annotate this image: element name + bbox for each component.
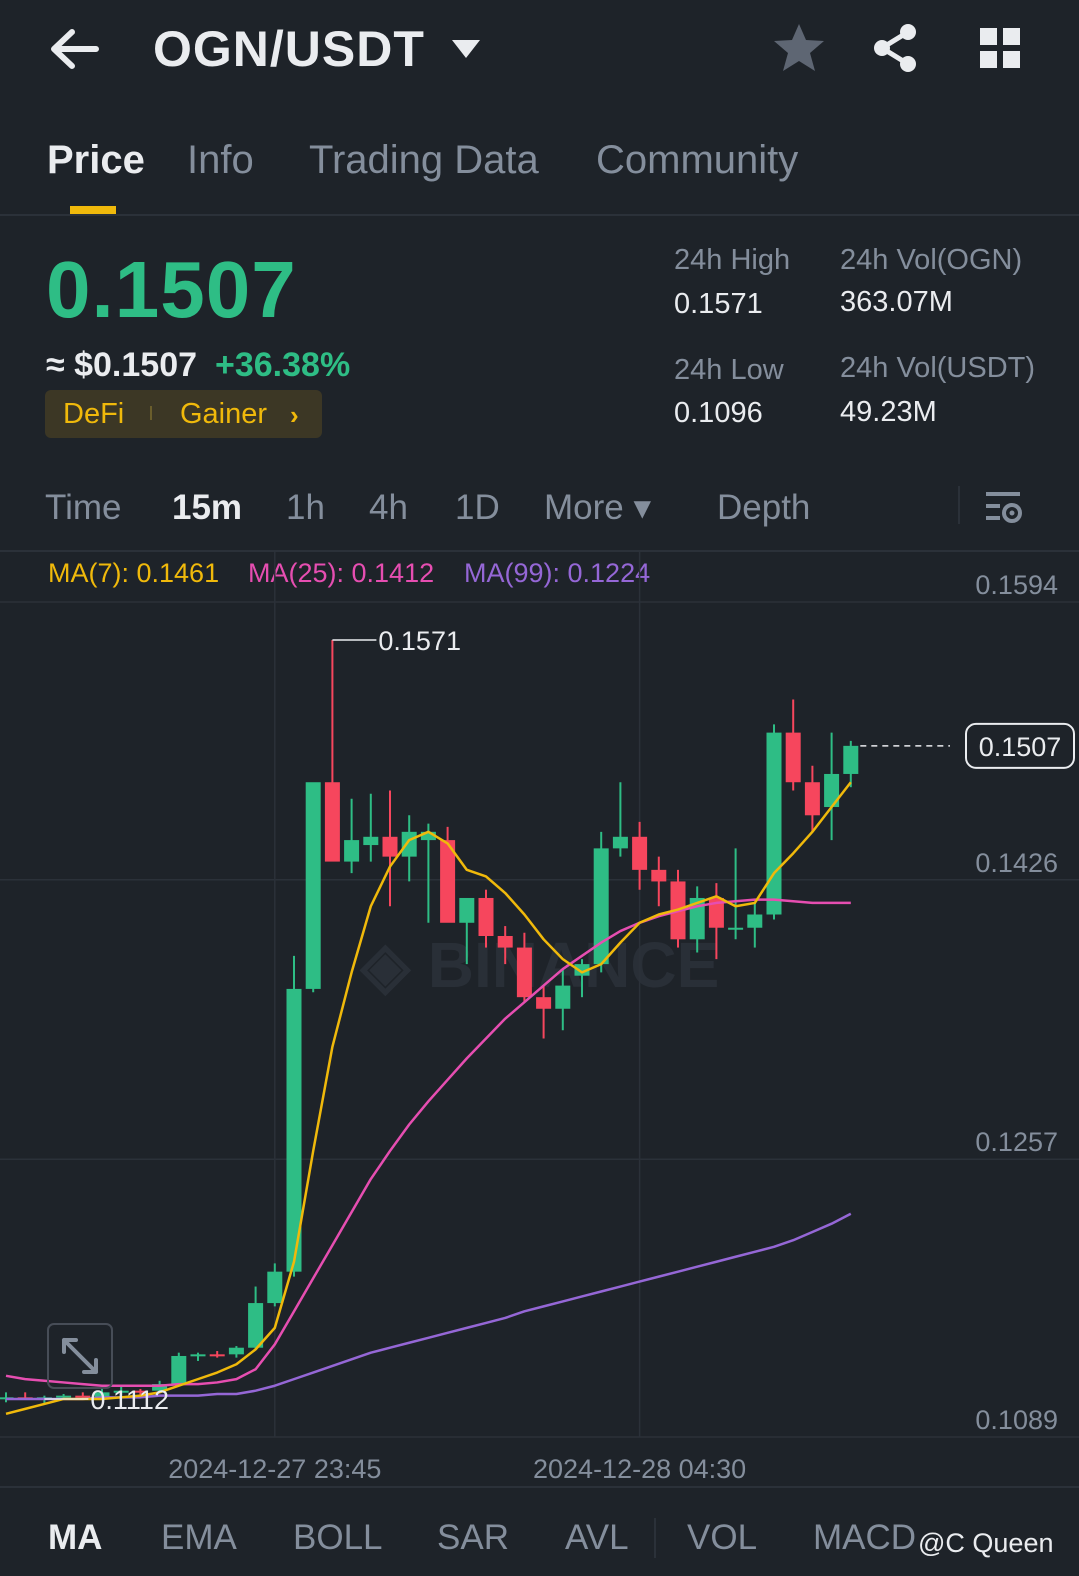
low-label: 24h Low xyxy=(674,354,784,386)
indicator-separator xyxy=(654,1518,656,1558)
vol-quote-label: 24h Vol(USDT) xyxy=(840,352,1036,384)
candle-body xyxy=(344,840,360,862)
price-change-percent: +36.38% xyxy=(215,346,351,384)
candle-body xyxy=(555,985,571,1009)
indicator-sar[interactable]: SAR xyxy=(437,1518,509,1558)
candle-body xyxy=(324,782,340,862)
chevron-right-icon[interactable]: › xyxy=(290,400,299,431)
indicator-divider xyxy=(0,1486,1079,1488)
tag-gainer[interactable]: Gainer xyxy=(180,398,267,431)
y-axis-label: 0.1257 xyxy=(975,1127,1058,1157)
candle-body xyxy=(248,1303,264,1348)
chart-settings-icon[interactable] xyxy=(982,488,1024,528)
pair-title[interactable]: OGN/USDT xyxy=(153,20,425,78)
vol-base-value: 363.07M xyxy=(840,286,953,318)
y-axis-label: 0.1426 xyxy=(975,848,1058,878)
x-axis-label: 2024-12-27 23:45 xyxy=(168,1454,381,1484)
high-value: 0.1571 xyxy=(674,288,763,320)
candle-body xyxy=(785,732,801,783)
interval-4h[interactable]: 4h xyxy=(369,488,408,528)
tab-info[interactable]: Info xyxy=(187,138,254,183)
candle-body xyxy=(766,732,782,915)
candle-body xyxy=(363,836,379,846)
dropdown-caret-icon[interactable] xyxy=(450,38,482,60)
last-price-pill-label: 0.1507 xyxy=(979,732,1062,762)
tab-trading-data[interactable]: Trading Data xyxy=(309,138,539,183)
candle-body xyxy=(497,936,513,948)
candle-body xyxy=(459,897,475,923)
candle-body xyxy=(612,836,628,849)
candle-body xyxy=(536,997,552,1009)
tag-defi[interactable]: DeFi xyxy=(63,398,124,431)
tab-price[interactable]: Price xyxy=(47,138,145,183)
indicator-ma[interactable]: MA xyxy=(48,1518,102,1558)
expand-icon[interactable] xyxy=(62,1338,98,1374)
candle-body xyxy=(305,782,321,989)
candle-body xyxy=(747,914,763,928)
vol-quote-value: 49.23M xyxy=(840,396,937,428)
candle-body xyxy=(478,897,494,936)
interval-1h[interactable]: 1h xyxy=(286,488,325,528)
candle-body xyxy=(190,1354,206,1357)
indicator-vol[interactable]: VOL xyxy=(687,1518,757,1558)
y-axis-label: 0.1594 xyxy=(975,570,1058,600)
interval-time[interactable]: Time xyxy=(45,488,121,528)
candle-body xyxy=(228,1347,244,1355)
interval-divider xyxy=(958,486,960,524)
interval-15m[interactable]: 15m xyxy=(172,488,242,528)
interval-1d[interactable]: 1D xyxy=(455,488,500,528)
ma99-line xyxy=(6,1212,852,1401)
watermark-text: @C Queen xyxy=(918,1528,1054,1558)
indicator-macd[interactable]: MACD xyxy=(813,1518,916,1558)
candle-body xyxy=(804,782,820,816)
vol-base-label: 24h Vol(OGN) xyxy=(840,244,1023,276)
last-price: 0.1507 xyxy=(46,245,297,334)
candle-body xyxy=(516,947,532,998)
candle-body xyxy=(209,1354,225,1357)
star-icon[interactable] xyxy=(772,22,826,74)
candle-body xyxy=(171,1355,187,1385)
interval-more-dropdown[interactable]: More ▾ xyxy=(544,488,651,528)
indicator-avl[interactable]: AVL xyxy=(565,1518,629,1558)
indicator-ema[interactable]: EMA xyxy=(161,1518,237,1558)
low-value: 0.1096 xyxy=(674,397,763,429)
y-axis-label: 0.1089 xyxy=(975,1405,1058,1435)
back-arrow-icon[interactable] xyxy=(48,26,100,72)
grid-menu-icon[interactable] xyxy=(978,26,1022,70)
candle-body xyxy=(728,927,744,930)
tab-community[interactable]: Community xyxy=(596,138,798,183)
candlestick-chart[interactable]: 0.1594 0.1426 0.1257 0.1089 2024-12-27 23:45… xyxy=(0,552,1079,1488)
tag-separator xyxy=(150,406,152,420)
active-tab-indicator xyxy=(70,206,116,214)
candle-body xyxy=(56,1395,72,1398)
depth-tab[interactable]: Depth xyxy=(717,488,810,528)
candle-body xyxy=(632,836,648,870)
candle-body xyxy=(267,1271,283,1304)
high-annotation: 0.1571 xyxy=(378,626,461,656)
usd-price: ≈ $0.1507 xyxy=(46,346,198,384)
tab-divider xyxy=(0,214,1079,216)
low-annotation: 0.1112 xyxy=(90,1385,169,1415)
share-icon[interactable] xyxy=(870,22,920,74)
candle-body xyxy=(843,745,859,774)
indicator-boll[interactable]: BOLL xyxy=(293,1518,383,1558)
candle-body xyxy=(401,831,417,857)
candle-body xyxy=(382,836,398,857)
high-label: 24h High xyxy=(674,244,791,276)
x-axis-label: 2024-12-28 04:30 xyxy=(533,1454,746,1484)
candle-body xyxy=(651,869,667,882)
